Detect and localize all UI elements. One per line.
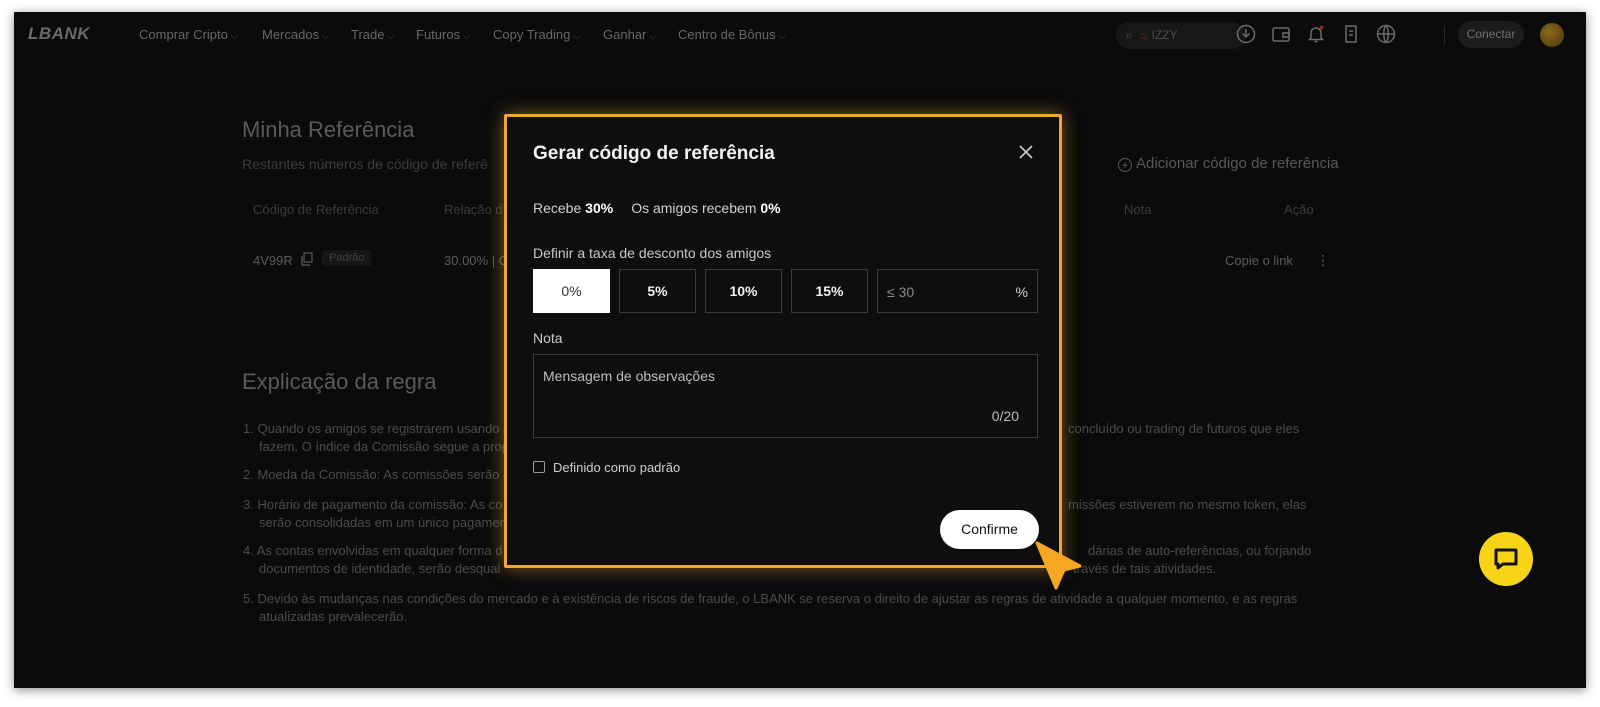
note-textarea[interactable]: Mensagem de observações 0/20 bbox=[533, 354, 1038, 438]
rule-1-line-1-end: concluído ou trading de futuros que eles bbox=[1068, 421, 1300, 436]
confirm-button[interactable]: Confirme bbox=[940, 510, 1039, 549]
download-icon[interactable] bbox=[1235, 23, 1257, 45]
friends-receive-label: Os amigos recebem bbox=[631, 200, 757, 216]
close-icon[interactable] bbox=[1017, 143, 1035, 161]
percent-unit: % bbox=[1015, 284, 1028, 300]
note-label: Nota bbox=[533, 330, 563, 346]
note-placeholder: Mensagem de observações bbox=[543, 368, 715, 384]
avatar[interactable] bbox=[1540, 23, 1564, 47]
referral-code-value: 4V99R bbox=[253, 253, 293, 268]
connect-button[interactable]: Conectar bbox=[1458, 21, 1524, 48]
set-default-option[interactable]: Definido como padrão bbox=[533, 460, 680, 475]
search-input[interactable]: ⌕ ♨ IZZY bbox=[1116, 22, 1246, 49]
nav-label: Futuros bbox=[416, 27, 461, 42]
header-divider bbox=[1444, 26, 1445, 44]
rate-label: Definir a taxa de desconto dos amigos bbox=[533, 245, 772, 261]
ratio-value: 30.00% | C bbox=[444, 253, 509, 268]
add-referral-code-label: Adicionar código de referência bbox=[1136, 155, 1339, 172]
app-window: LBANK Comprar Cripto ⌵ Mercados ⌵ Trade ⌵ F… bbox=[14, 12, 1586, 688]
plus-circle-icon: + bbox=[1118, 158, 1132, 172]
rule-4-line-2: documentos de identidade, serão desqual bbox=[259, 561, 501, 576]
nav-label: Centro de Bônus bbox=[678, 27, 776, 42]
rule-2: 2. Moeda da Comissão: As comissões serão… bbox=[243, 467, 511, 482]
rate-option-0[interactable]: 0% bbox=[533, 269, 610, 313]
col-header-code: Código de Referência bbox=[253, 202, 379, 217]
rule-1-line-1: 1. Quando os amigos se registrarem usand… bbox=[243, 421, 510, 436]
brand-logo[interactable]: LBANK bbox=[28, 24, 90, 44]
rule-4-line-2-end: través de tais atividades. bbox=[1073, 561, 1217, 576]
more-options-icon[interactable]: ⋮ bbox=[1316, 252, 1330, 269]
rule-3-line-2: serão consolidadas em um único pagamen bbox=[259, 515, 507, 530]
page-title: Minha Referência bbox=[242, 117, 415, 142]
nav-ganhar[interactable]: Ganhar ⌵ bbox=[603, 27, 656, 42]
chevron-down-icon: ⌵ bbox=[230, 31, 238, 41]
nav-label: Mercados bbox=[262, 27, 320, 42]
col-header-ratio: Relação d bbox=[444, 202, 503, 217]
rate-option-15[interactable]: 15% bbox=[791, 269, 868, 313]
chat-support-button[interactable] bbox=[1479, 532, 1533, 586]
nav-label: Ganhar bbox=[603, 27, 647, 42]
nav-label: Trade bbox=[351, 27, 385, 42]
cursor-pointer-icon bbox=[1035, 541, 1082, 590]
rate-option-5[interactable]: 5% bbox=[619, 269, 696, 313]
custom-rate-placeholder: ≤ 30 bbox=[887, 284, 915, 300]
copy-icon[interactable] bbox=[300, 252, 314, 266]
nav-comprar-cripto[interactable]: Comprar Cripto ⌵ bbox=[139, 27, 238, 42]
commission-split: Recebe 30% Os amigos recebem 0% bbox=[533, 200, 781, 216]
wallet-icon[interactable] bbox=[1270, 23, 1292, 45]
dialog-title: Gerar código de referência bbox=[533, 143, 775, 164]
bell-icon[interactable] bbox=[1305, 23, 1327, 45]
search-icon: ⌕ bbox=[1126, 28, 1133, 42]
top-navbar: LBANK Comprar Cripto ⌵ Mercados ⌵ Trade ⌵ F… bbox=[14, 12, 1586, 58]
default-checkbox-label: Definido como padrão bbox=[553, 460, 681, 475]
default-checkbox[interactable] bbox=[533, 461, 545, 473]
receive-label: Recebe bbox=[533, 200, 582, 216]
rule-1-line-2: fazem. O índice da Comissão segue a prop… bbox=[259, 439, 517, 454]
nav-centro-de-bonus[interactable]: Centro de Bônus ⌵ bbox=[678, 27, 785, 42]
nav-label: Copy Trading bbox=[493, 27, 571, 42]
col-header-note: Nota bbox=[1124, 202, 1152, 217]
chevron-down-icon: ⌵ bbox=[573, 31, 581, 41]
generate-referral-code-dialog: Gerar código de referência Recebe 30% Os … bbox=[504, 114, 1062, 568]
chevron-down-icon: ⌵ bbox=[649, 31, 657, 41]
receive-value: 30% bbox=[585, 200, 614, 216]
copy-link-button[interactable]: Copie o link bbox=[1225, 253, 1293, 268]
nav-mercados[interactable]: Mercados ⌵ bbox=[262, 27, 329, 42]
rule-5-line-1: 5. Devido às mudanças nas condições do m… bbox=[243, 591, 1298, 606]
fire-icon: ♨ bbox=[1138, 28, 1150, 42]
page-subtitle: Restantes números de código de referê bbox=[242, 156, 488, 172]
rule-3-line-1: 3. Horário de pagamento da comissão: As … bbox=[243, 497, 503, 512]
rate-option-10[interactable]: 10% bbox=[705, 269, 782, 313]
friends-receive-value: 0% bbox=[760, 200, 781, 216]
rule-3-line-1-end: missões estiverem no mesmo token, elas bbox=[1068, 497, 1307, 512]
rule-4-line-1: 4. As contas envolvidas em qualquer form… bbox=[243, 543, 503, 558]
rule-4-line-1-end: dárias de auto-referências, ou forjando bbox=[1088, 543, 1312, 558]
nav-copy-trading[interactable]: Copy Trading ⌵ bbox=[493, 27, 580, 42]
order-document-icon[interactable] bbox=[1340, 23, 1362, 45]
chat-bubble-icon bbox=[1494, 548, 1518, 570]
col-header-action: Ação bbox=[1284, 202, 1314, 217]
chevron-down-icon: ⌵ bbox=[322, 31, 329, 41]
default-badge: Padrão bbox=[322, 250, 372, 266]
chevron-down-icon: ⌵ bbox=[387, 31, 395, 41]
nav-futuros[interactable]: Futuros ⌵ bbox=[416, 27, 470, 42]
search-placeholder: IZZY bbox=[1151, 28, 1178, 42]
chevron-down-icon: ⌵ bbox=[463, 31, 470, 41]
rule-5-line-2: atualizadas prevalecerão. bbox=[259, 609, 408, 624]
nav-label: Comprar Cripto bbox=[139, 27, 228, 42]
globe-icon[interactable] bbox=[1375, 23, 1397, 45]
rules-title: Explicação da regra bbox=[242, 369, 437, 394]
note-char-counter: 0/20 bbox=[991, 408, 1019, 424]
custom-rate-input[interactable]: ≤ 30 % bbox=[877, 269, 1038, 313]
nav-trade[interactable]: Trade ⌵ bbox=[351, 27, 394, 42]
chevron-down-icon: ⌵ bbox=[778, 31, 786, 41]
add-referral-code-button[interactable]: + Adicionar código de referência bbox=[1118, 155, 1339, 172]
